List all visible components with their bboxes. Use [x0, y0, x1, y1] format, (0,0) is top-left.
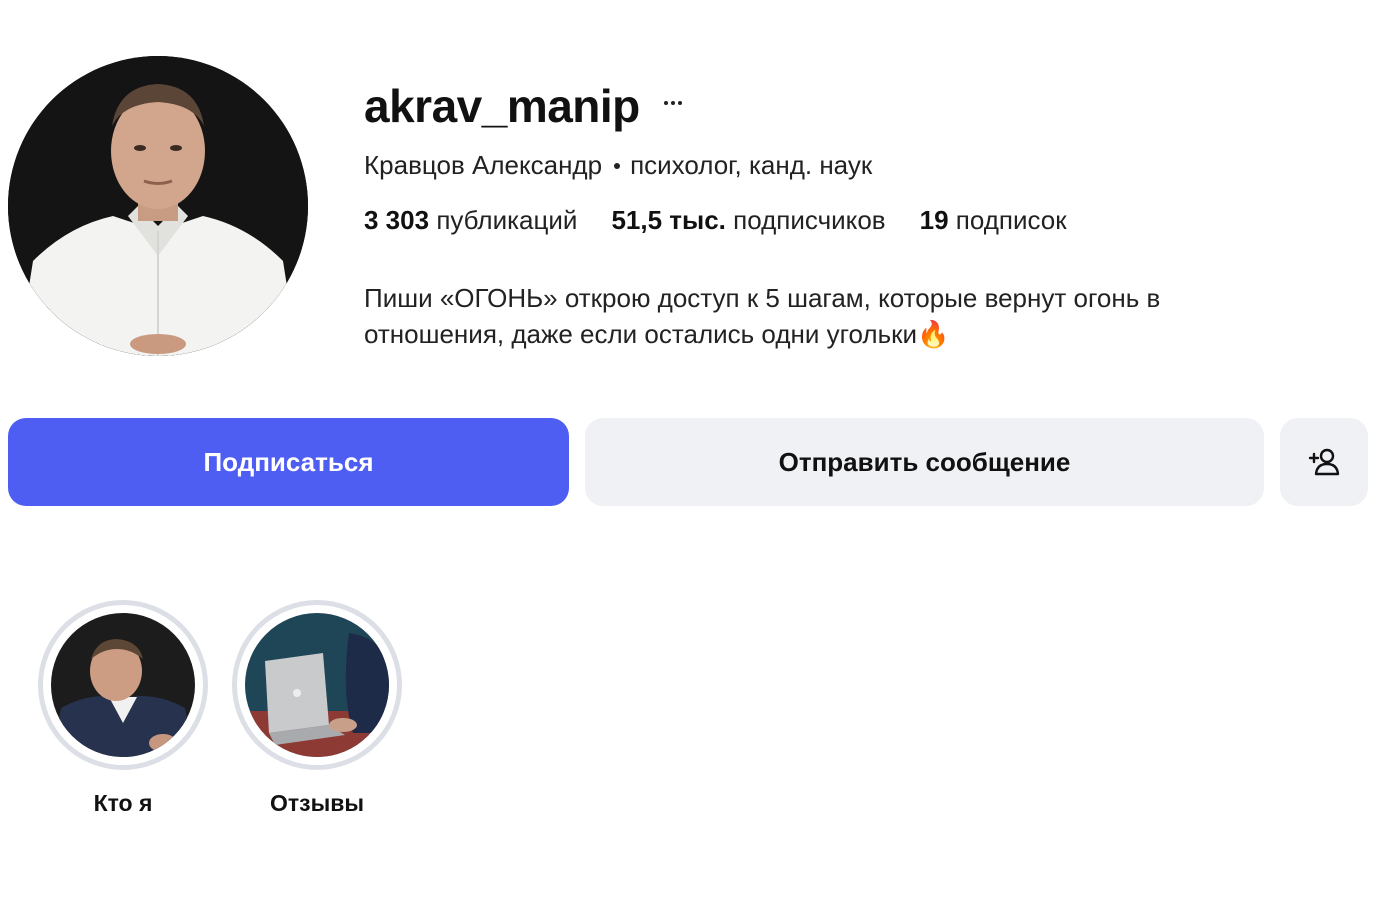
dot [663, 101, 668, 105]
separator-dot [614, 162, 621, 169]
username: akrav_manip [364, 80, 640, 132]
highlight-photo [245, 613, 389, 757]
highlight-label: Отзывы [269, 790, 364, 816]
highlight-ring [38, 600, 208, 770]
highlight-reviews[interactable]: Отзывы [232, 600, 402, 817]
more-dots-icon[interactable] [662, 95, 684, 111]
stat-following-value: 19 [919, 205, 949, 235]
category-label: психолог, канд. наук [630, 150, 873, 180]
dot [670, 101, 675, 105]
highlight-label: Кто я [93, 790, 153, 816]
full-name-row: Кравцов Александр психолог, канд. наук [364, 150, 1344, 181]
avatar-photo [8, 56, 308, 356]
send-message-button[interactable]: Отправить сообщение [585, 418, 1264, 506]
stat-followers[interactable]: 51,5 тыс. подписчиков [611, 205, 885, 236]
highlight-cover [51, 613, 195, 757]
stat-posts[interactable]: 3 303 публикаций [364, 205, 577, 236]
profile-bio: Пиши «ОГОНЬ» открою доступ к 5 шагам, ко… [364, 280, 1284, 352]
stat-posts-label: публикаций [436, 205, 578, 235]
bio-line-2: отношения, даже если остались одни уголь… [364, 319, 950, 349]
highlight-ring [232, 600, 402, 770]
profile-header: akrav_manip Кравцов Александр психолог, … [364, 80, 1344, 352]
profile-stats: 3 303 публикаций 51,5 тыс. подписчиков 1… [364, 205, 1344, 236]
username-row: akrav_manip [364, 80, 1344, 132]
stat-followers-value: 51,5 тыс. [611, 205, 726, 235]
profile-avatar[interactable] [8, 56, 308, 356]
bio-line-1: Пиши «ОГОНЬ» открою доступ к 5 шагам, ко… [364, 283, 1161, 313]
highlight-cover [245, 613, 389, 757]
dot [677, 101, 682, 105]
stat-posts-value: 3 303 [364, 205, 430, 235]
add-user-button[interactable] [1280, 418, 1368, 506]
stat-following-label: подписок [955, 205, 1067, 235]
stat-following[interactable]: 19 подписок [920, 205, 1067, 236]
profile-page: akrav_manip Кравцов Александр психолог, … [0, 0, 1376, 900]
follow-button[interactable]: Подписаться [8, 418, 569, 506]
add-user-icon [1308, 448, 1340, 476]
full-name: Кравцов Александр [364, 150, 603, 180]
highlight-photo [51, 613, 195, 757]
highlight-who-am-i[interactable]: Кто я [38, 600, 208, 817]
stat-followers-label: подписчиков [733, 205, 886, 235]
